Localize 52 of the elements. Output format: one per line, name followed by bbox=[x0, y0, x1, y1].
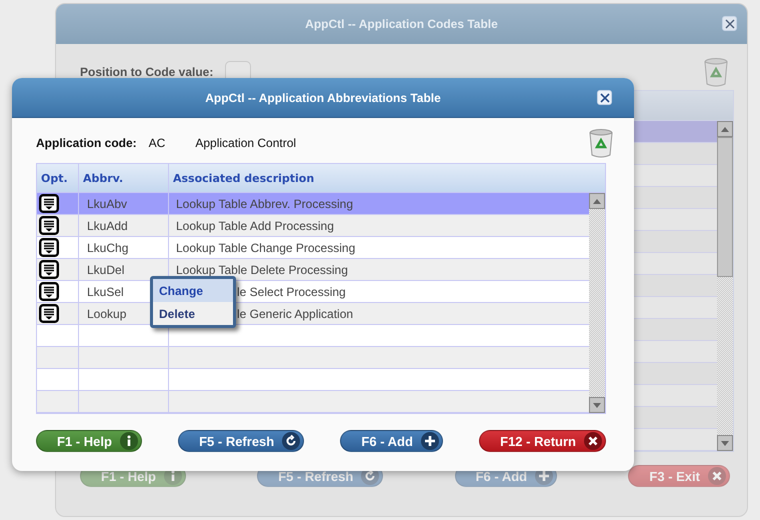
scrollbar[interactable] bbox=[589, 193, 605, 413]
table-cell: LkuSel bbox=[87, 284, 124, 298]
table-row[interactable] bbox=[37, 325, 589, 347]
column-header: Associated description bbox=[172, 171, 316, 187]
table-cell: LkuAdd bbox=[87, 218, 128, 232]
table-row[interactable]: LkuChg Lookup Table Change Processing bbox=[37, 237, 589, 259]
scroll-up-icon[interactable] bbox=[593, 198, 601, 204]
window-title: AppCtl -- Application Codes Table bbox=[305, 17, 498, 31]
table-cell: LkuDel bbox=[87, 262, 124, 276]
column-header: Opt. bbox=[37, 164, 79, 192]
table-cell: Lookup bbox=[87, 306, 126, 320]
dialog-title: AppCtl -- Application Abbreviations Table bbox=[205, 90, 441, 104]
code-value: AC bbox=[148, 136, 166, 150]
code-description: Application Control bbox=[195, 136, 296, 150]
options-menu-icon[interactable] bbox=[39, 260, 59, 279]
options-menu-icon[interactable] bbox=[39, 282, 59, 301]
table-row[interactable]: LkuDel Lookup Table Delete Processing bbox=[37, 259, 589, 281]
scroll-down-icon[interactable] bbox=[721, 440, 729, 446]
refresh-icon bbox=[282, 432, 300, 450]
recycle-bin-icon[interactable] bbox=[588, 128, 614, 158]
field-label: Application code: bbox=[36, 136, 137, 150]
field-label: Position to Code value: bbox=[80, 65, 214, 79]
table-row[interactable]: LkuAbv Lookup Table Abbrev. Processing bbox=[37, 193, 589, 215]
close-button[interactable] bbox=[722, 16, 737, 31]
function-button[interactable]: F6 - Add bbox=[340, 430, 443, 452]
table-cell: LkuAbv bbox=[87, 196, 128, 210]
scrollbar[interactable] bbox=[717, 121, 733, 451]
function-button[interactable]: F1 - Help bbox=[36, 430, 142, 452]
table-cell: LkuChg bbox=[87, 240, 128, 254]
table-cell: le Generic Application bbox=[237, 306, 354, 320]
function-button[interactable]: F12 - Return bbox=[479, 430, 606, 452]
table-cell: Lookup Table Delete Processing bbox=[176, 262, 348, 276]
options-menu-icon[interactable] bbox=[39, 238, 59, 257]
options-menu-icon[interactable] bbox=[39, 216, 59, 235]
menu-item[interactable]: Change bbox=[153, 279, 233, 302]
table-cell: Lookup Table Add Processing bbox=[176, 218, 334, 232]
menu-item[interactable]: Delete bbox=[153, 302, 233, 325]
column-header: Abbrv. bbox=[79, 164, 169, 192]
table-cell: Lookup Table Change Processing bbox=[176, 240, 356, 254]
close-button[interactable] bbox=[597, 90, 612, 105]
scroll-up-icon[interactable] bbox=[721, 126, 729, 132]
close-icon bbox=[584, 432, 602, 450]
recycle-bin-icon[interactable] bbox=[703, 57, 729, 87]
table-cell: le Select Processing bbox=[237, 284, 346, 298]
options-menu-icon[interactable] bbox=[39, 304, 59, 323]
close-icon bbox=[708, 467, 726, 485]
info-icon bbox=[120, 432, 138, 450]
function-button[interactable]: F5 - Refresh bbox=[178, 430, 304, 452]
table-row[interactable]: LkuAdd Lookup Table Add Processing bbox=[37, 215, 589, 237]
options-menu-icon[interactable] bbox=[39, 194, 59, 213]
table-cell: Lookup Table Abbrev. Processing bbox=[176, 196, 354, 210]
plus-icon bbox=[420, 432, 439, 450]
